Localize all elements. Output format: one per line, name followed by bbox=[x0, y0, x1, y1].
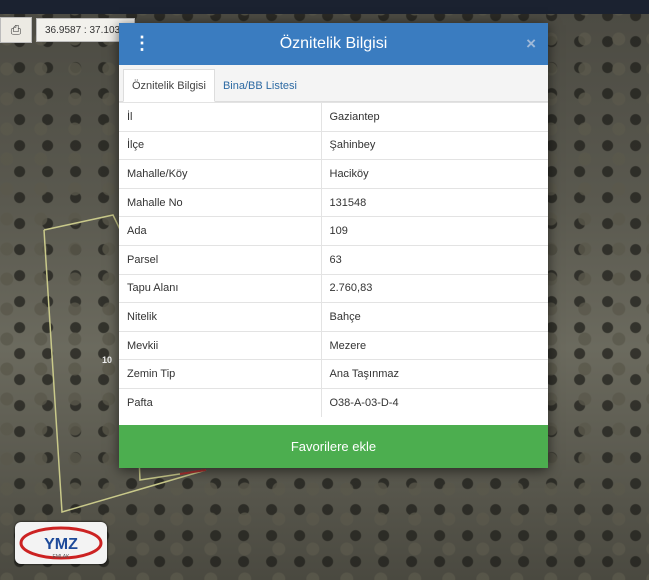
ymz-logo: YMZ EMLAK bbox=[15, 522, 107, 564]
dialog-title: Öznitelik Bilgisi bbox=[279, 35, 388, 52]
attribute-value: 2.760,83 bbox=[321, 273, 548, 303]
kebab-menu-icon[interactable]: ⋮ bbox=[133, 33, 151, 53]
parcel-number-label: 10 bbox=[102, 355, 113, 365]
attribute-key: Zemin Tip bbox=[119, 359, 322, 389]
svg-text:YMZ: YMZ bbox=[44, 536, 78, 553]
attribute-key: Pafta bbox=[119, 387, 322, 418]
attribute-value: Mezere bbox=[321, 330, 548, 360]
add-to-favorites-button[interactable]: Favorilere ekle bbox=[119, 425, 548, 468]
table-row: Mevkii Mezere bbox=[119, 330, 548, 360]
attribute-value: Ana Taşınmaz bbox=[321, 359, 548, 389]
attribute-key: Mahalle No bbox=[119, 187, 322, 217]
tab-building-list[interactable]: Bina/BB Listesi bbox=[215, 70, 305, 101]
attribute-value: 109 bbox=[321, 216, 548, 246]
table-row: Mahalle No 131548 bbox=[119, 187, 548, 217]
attribute-value: 63 bbox=[321, 244, 548, 275]
map-toolbar: ⎙ 36.9587 : 37.1035 bbox=[0, 17, 135, 43]
attribute-key: Tapu Alanı bbox=[119, 273, 322, 303]
attribute-key: Mahalle/Köy bbox=[119, 159, 322, 189]
table-row: Ada 109 bbox=[119, 216, 548, 246]
attribute-value: Gaziantep bbox=[321, 102, 548, 132]
attribute-key: Mevkii bbox=[119, 330, 322, 360]
attribute-key: Ada bbox=[119, 216, 322, 246]
table-row: Tapu Alanı 2.760,83 bbox=[119, 273, 548, 303]
table-row: Mahalle/Köy Haciköy bbox=[119, 159, 548, 189]
printer-icon[interactable]: ⎙ bbox=[0, 17, 32, 43]
attribute-value: Bahçe bbox=[321, 302, 548, 332]
attribute-dialog: ⋮ Öznitelik Bilgisi × Öznitelik Bilgisi … bbox=[119, 23, 548, 468]
table-row: İl Gaziantep bbox=[119, 102, 548, 132]
attribute-value: Şahinbey bbox=[321, 130, 548, 160]
attribute-key: İlçe bbox=[119, 130, 322, 160]
table-row: Pafta O38-A-03-D-4 bbox=[119, 387, 548, 418]
attribute-value: 131548 bbox=[321, 187, 548, 217]
table-row: Parsel 63 bbox=[119, 244, 548, 275]
tab-bar: Öznitelik Bilgisi Bina/BB Listesi bbox=[119, 65, 548, 102]
svg-text:EMLAK: EMLAK bbox=[53, 554, 71, 560]
table-row: Zemin Tip Ana Taşınmaz bbox=[119, 359, 548, 389]
attribute-value: O38-A-03-D-4 bbox=[321, 387, 548, 418]
close-icon[interactable]: × bbox=[526, 34, 536, 54]
table-row: Nitelik Bahçe bbox=[119, 302, 548, 332]
attribute-key: Parsel bbox=[119, 244, 322, 275]
attribute-table: İl Gaziantep İlçe Şahinbey Mahalle/Köy Hacikö… bbox=[119, 102, 548, 418]
attribute-value: Haciköy bbox=[321, 159, 548, 189]
attribute-key: İl bbox=[119, 102, 322, 132]
table-row: İlçe Şahinbey bbox=[119, 130, 548, 160]
dialog-header: ⋮ Öznitelik Bilgisi × bbox=[119, 23, 548, 65]
attribute-key: Nitelik bbox=[119, 302, 322, 332]
tab-attributes[interactable]: Öznitelik Bilgisi bbox=[123, 69, 215, 102]
